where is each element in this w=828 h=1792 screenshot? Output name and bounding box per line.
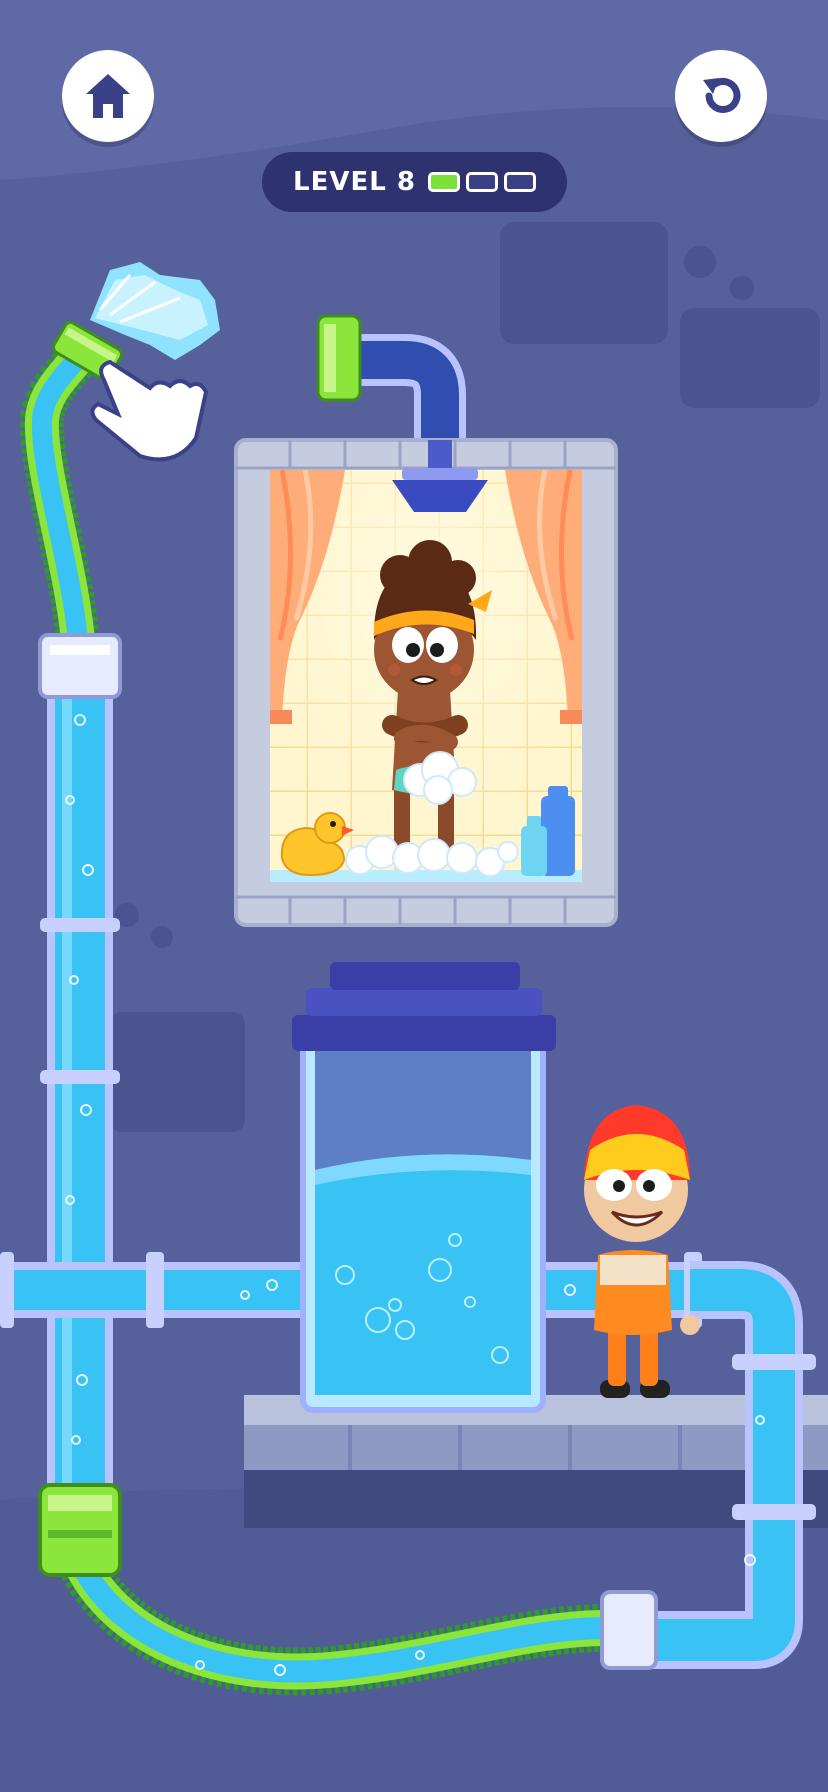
restart-button[interactable] <box>675 50 767 142</box>
home-button[interactable] <box>62 50 154 142</box>
level-label: LEVEL 8 <box>293 167 416 197</box>
level-progress <box>427 172 536 192</box>
game-scene <box>0 0 828 1792</box>
left-water-pipe <box>40 640 120 1500</box>
water-tank <box>292 962 556 1413</box>
pipe-coupler-top <box>38 633 122 699</box>
game-stage: LEVEL 8 <box>0 0 828 1792</box>
level-indicator: LEVEL 8 <box>262 152 567 212</box>
progress-segment <box>427 172 460 192</box>
progress-segment <box>503 172 536 192</box>
home-icon <box>86 74 130 118</box>
restart-icon <box>703 78 741 113</box>
progress-segment <box>465 172 498 192</box>
